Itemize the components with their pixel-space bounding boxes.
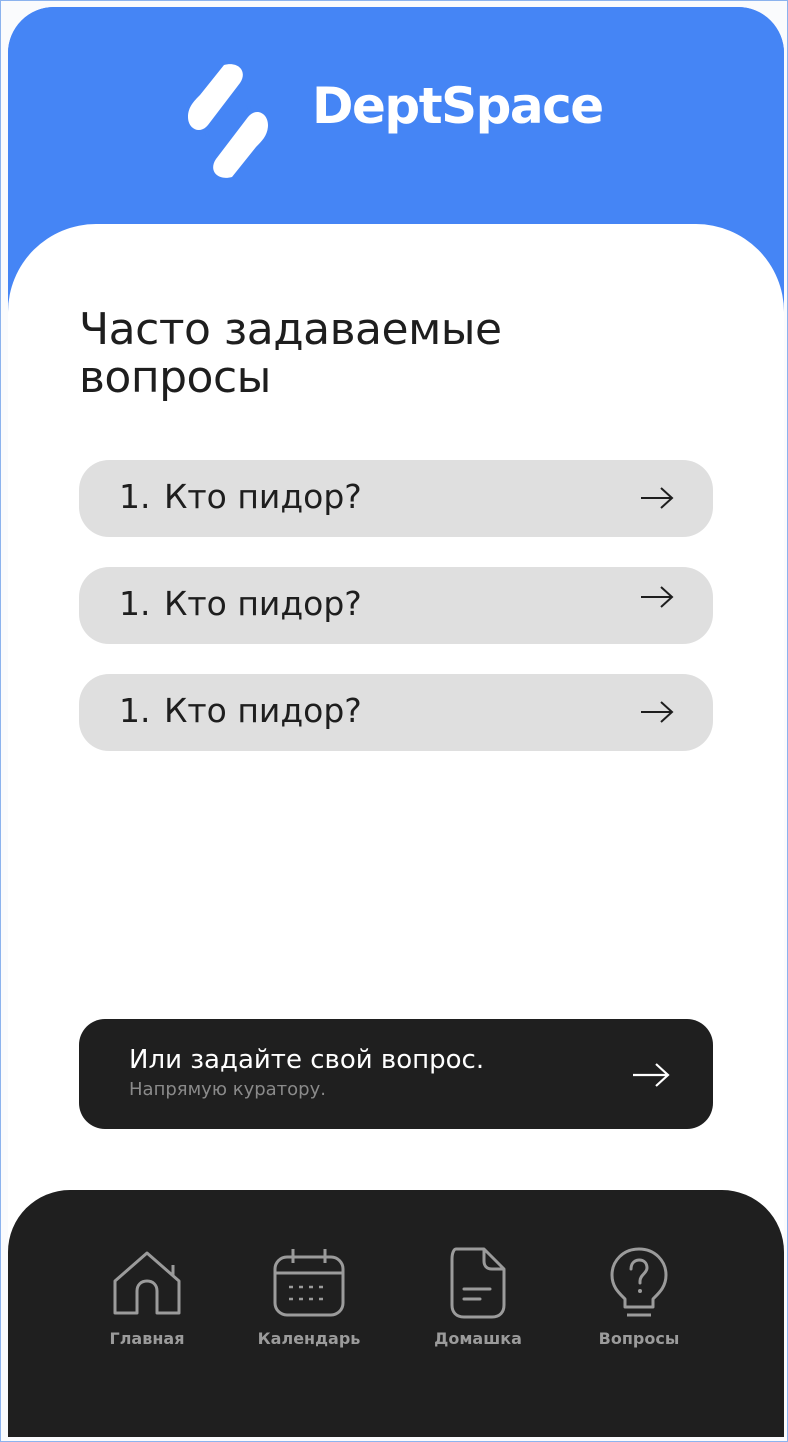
screen-frame: DeptSpace Часто задаваемые вопросы 1. Кт…: [0, 0, 788, 1442]
ask-question-button[interactable]: Или задайте свой вопрос. Напрямую курато…: [79, 1019, 713, 1129]
nav-item-questions[interactable]: Вопросы: [574, 1245, 704, 1355]
nav-item-calendar[interactable]: Календарь: [244, 1245, 374, 1355]
faq-item-number: 1.: [119, 691, 151, 730]
arrow-right-icon: [641, 701, 674, 723]
deptspace-logo-icon: [188, 64, 268, 178]
faq-item[interactable]: 1. Кто пидор?: [79, 674, 713, 751]
faq-item-number: 1.: [119, 477, 151, 516]
lightbulb-question-icon: [610, 1247, 668, 1317]
document-icon: [450, 1247, 506, 1319]
page-title: Часто задаваемые вопросы: [79, 304, 502, 403]
faq-item[interactable]: 1. Кто пидор?: [79, 567, 713, 644]
arrow-right-icon: [633, 1063, 670, 1087]
home-icon: [113, 1251, 181, 1315]
faq-item-question: Кто пидор?: [164, 584, 362, 623]
faq-item-question: Кто пидор?: [164, 691, 362, 730]
ask-question-subtitle: Напрямую куратору.: [129, 1079, 326, 1100]
header: DeptSpace: [8, 7, 784, 247]
ask-question-title: Или задайте свой вопрос.: [129, 1045, 485, 1075]
nav-label: Домашка: [434, 1329, 522, 1348]
bottom-nav: Главная Календарь Домашка Вопросы: [8, 1190, 784, 1437]
brand-name: DeptSpace: [312, 77, 604, 135]
nav-label: Календарь: [257, 1329, 361, 1348]
faq-item[interactable]: 1. Кто пидор?: [79, 460, 713, 537]
faq-item-number: 1.: [119, 584, 151, 623]
arrow-right-icon: [641, 487, 674, 509]
arrow-right-icon: [641, 586, 674, 608]
nav-item-home[interactable]: Главная: [82, 1245, 212, 1355]
faq-item-question: Кто пидор?: [164, 477, 362, 516]
nav-item-homework[interactable]: Домашка: [413, 1245, 543, 1355]
nav-label: Вопросы: [598, 1329, 680, 1348]
calendar-icon: [273, 1249, 345, 1317]
app-screen: DeptSpace Часто задаваемые вопросы 1. Кт…: [8, 7, 784, 1437]
nav-label: Главная: [109, 1329, 185, 1348]
